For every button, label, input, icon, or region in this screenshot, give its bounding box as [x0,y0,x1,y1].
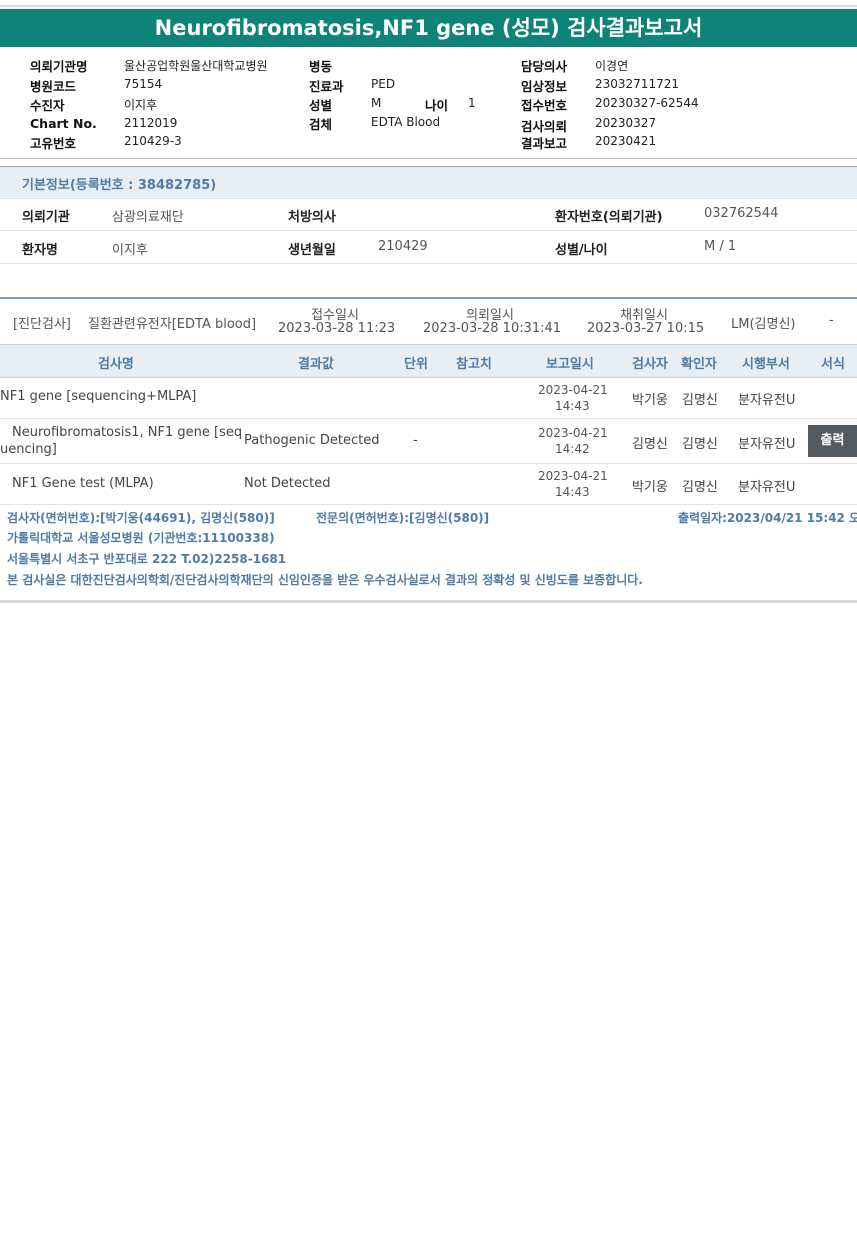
row-report-date: 2023-04-21 [538,426,608,440]
row-tester: 김명신 [632,437,668,452]
footer-certification: 본 검사실은 대한진단검사의학회/진단검사의학재단의 신임인증을 받은 우수검사… [7,573,643,587]
value-patient-number: 032762544 [704,206,779,221]
footer-hospital: 가톨릭대학교 서울성모병원 (기관번호:11100338) [7,531,275,545]
row-test-name-line1: Neurofibromatosis1, NF1 gene [seq [12,425,243,440]
th-tester: 검사자 [632,357,668,372]
report-title: Neurofibromatosis,NF1 gene (성모) 검사결과보고서 [0,9,857,47]
row-report-time: 14:43 [555,399,590,413]
label-receipt-no: 접수번호 [521,98,568,113]
divider [0,198,857,199]
th-report-date: 보고일시 [546,357,594,372]
th-result: 결과값 [298,357,334,372]
label-birthdate: 생년월일 [288,243,336,258]
row-confirmer: 김명신 [682,480,718,495]
value-receipt-no: 20230327-62544 [595,96,699,110]
order-name: 질환관련유전자[EDTA blood] [88,317,257,332]
value-result-report: 20230421 [595,134,657,148]
header-divider [0,158,857,159]
label-sex: 성별 [309,98,333,113]
footer-print-date: 출력일자:2023/04/21 15:42 오후 [678,511,857,525]
th-department: 시행부서 [742,357,790,372]
divider [0,418,857,419]
label-requesting-org: 의뢰기관명 [30,59,88,74]
label-age: 나이 [425,98,449,113]
row-report-time: 14:42 [555,442,590,456]
divider [0,263,857,264]
label-clinical-info: 임상정보 [521,79,568,94]
label-department: 진료과 [309,79,344,94]
top-divider [0,5,857,7]
row-report-date: 2023-04-21 [538,383,608,397]
row-tester: 박기웅 [632,480,668,495]
divider [0,463,857,464]
row-confirmer: 김명신 [682,393,718,408]
row-department: 분자유전U [738,437,796,452]
label-patient: 수진자 [30,98,65,113]
row-test-name: NF1 gene [sequencing+MLPA] [0,389,197,404]
row-report-date: 2023-04-21 [538,469,608,483]
th-form: 서식 [821,357,845,372]
th-confirmer: 확인자 [681,357,717,372]
row-department: 분자유전U [738,393,796,408]
value-doctor: 이경연 [595,59,629,73]
label-chart-no: Chart No. [30,116,97,131]
label-sex-age: 성별/나이 [555,243,608,258]
value-clinical-info: 23032711721 [595,77,679,91]
label-specimen: 검체 [309,117,333,132]
label-patient-name: 환자명 [22,243,58,258]
order-lab: LM(김명신) [731,317,796,332]
row-report-time: 14:43 [555,485,590,499]
divider [0,504,857,505]
label-hospital-code: 병원코드 [30,79,77,94]
row-confirmer: 김명신 [682,437,718,452]
footer-address: 서울특별시 서초구 반포대로 222 T.02)2258-1681 [7,552,287,566]
value-patient: 이지후 [124,98,158,112]
value-department: PED [371,77,396,91]
label-ward: 병동 [309,59,333,74]
divider [0,230,857,231]
value-specimen: EDTA Blood [371,115,441,129]
label-result-report: 결과보고 [521,136,568,151]
row-unit: - [413,433,418,448]
label-requesting-institution: 의뢰기관 [22,210,70,225]
th-unit: 단위 [404,357,428,372]
value-birthdate: 210429 [378,239,428,254]
row-test-name-line2: uencing] [0,442,57,457]
results-table-header: 검사명 결과값 단위 참고치 보고일시 검사자 확인자 시행부서 서식 [0,344,857,378]
value-age: 1 [468,96,476,110]
value-sex: M [371,96,382,110]
value-sex-age: M / 1 [704,239,737,254]
th-test-name: 검사명 [98,357,134,372]
order-divider [0,297,857,299]
value-requesting-institution: 삼광의료재단 [112,210,184,225]
value-hospital-code: 75154 [124,77,163,91]
row-tester: 박기웅 [632,393,668,408]
basic-info-header: 기본정보(등록번호 : 38482785) [0,166,857,198]
row-department: 분자유전U [738,480,796,495]
bottom-divider [0,600,857,603]
collected-datetime: 2023-03-27 10:15 [587,321,705,336]
label-doctor: 담당의사 [521,59,568,74]
row-test-name: NF1 Gene test (MLPA) [12,476,154,491]
value-requesting-org: 울산공업학원울산대학교병원 [124,59,268,73]
value-test-request: 20230327 [595,116,657,130]
label-patient-number: 환자번호(의뢰기관) [555,210,663,225]
label-prescriber: 처방의사 [288,210,336,225]
label-unique-no: 고유번호 [30,136,77,151]
order-category: [진단검사] [13,317,71,332]
order-extra: - [829,313,834,328]
th-reference: 참고치 [456,357,492,372]
received-datetime: 2023-03-28 11:23 [278,321,396,336]
footer-specialist: 전문의(면허번호):[김명신(580)] [316,511,490,525]
value-patient-name: 이지후 [112,243,148,258]
basic-info-title: 기본정보(등록번호 : 38482785) [22,178,217,193]
row-result: Pathogenic Detected [244,433,380,448]
row-result: Not Detected [244,476,331,491]
footer-testers: 검사자(면허번호):[박기웅(44691), 김명신(580)] [7,511,275,525]
requested-datetime: 2023-03-28 10:31:41 [423,321,562,336]
value-unique-no: 210429-3 [124,134,182,148]
print-button[interactable]: 출력 [808,425,857,457]
value-chart-no: 2112019 [124,116,178,130]
